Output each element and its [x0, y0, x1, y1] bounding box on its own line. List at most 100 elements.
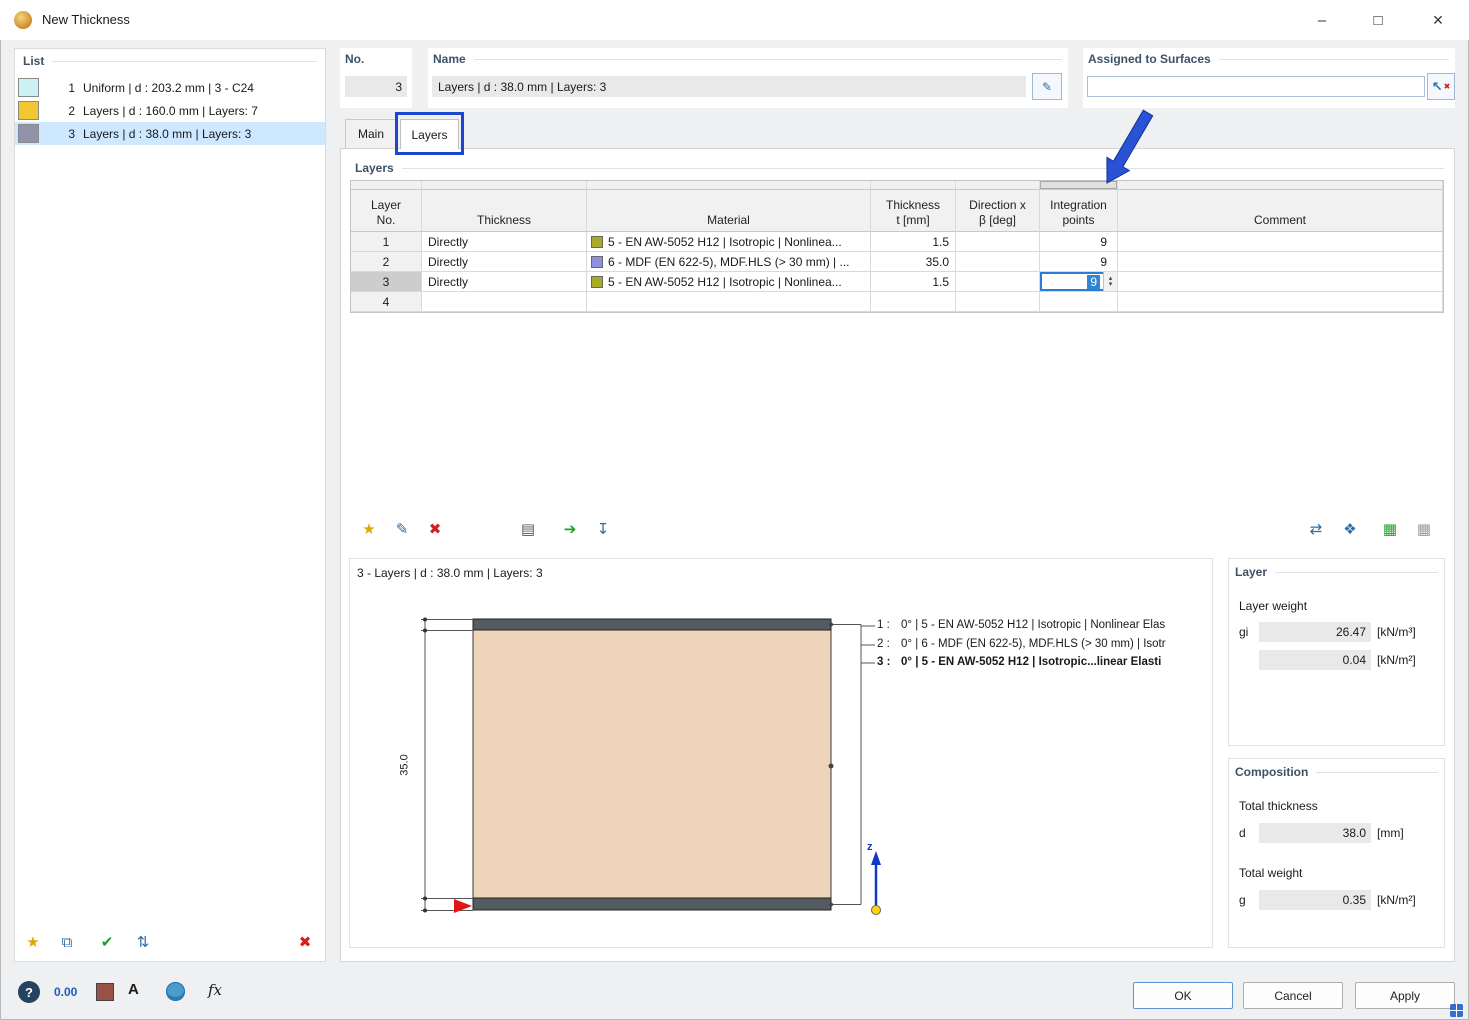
thickness-type-cell[interactable]: Directly [422, 232, 587, 252]
spinner[interactable]: ▴ ▾ [1103, 272, 1117, 291]
pick-surfaces-button[interactable]: ↖ ✖ [1427, 73, 1455, 100]
thickness-type-cell[interactable]: Directly [422, 252, 587, 272]
delete-thickness-button[interactable]: ✖ [293, 930, 317, 954]
layer-number-cell[interactable]: 1 [351, 232, 422, 252]
thickness-type-cell[interactable]: Directly [422, 272, 587, 292]
material-cell[interactable] [587, 292, 871, 312]
integration-points-cell[interactable]: 9 [1040, 232, 1118, 252]
export-table-button[interactable]: ▦ [1378, 517, 1402, 541]
direction-cell[interactable] [956, 252, 1040, 272]
tab-main[interactable]: Main [345, 119, 397, 149]
legend-item: 2 : 0° | 6 - MDF (EN 622-5), MDF.HLS (> … [877, 638, 1211, 650]
color-swatch-icon [96, 983, 114, 1001]
close-button[interactable]: × [1415, 0, 1461, 40]
legend-number: 2 : [877, 638, 890, 650]
layer-number-cell[interactable]: 3 [351, 272, 422, 292]
composite-button[interactable]: ❖ [1338, 517, 1362, 541]
gi-value-field: 26.47 [1259, 622, 1371, 642]
list-item-label: Layers | d : 38.0 mm | Layers: 3 [83, 126, 252, 141]
add-layer-button[interactable]: ★ [357, 517, 381, 541]
edit-icon: ✎ [395, 521, 409, 538]
header-line: points [1062, 213, 1095, 227]
layer-weight2-unit: [kN/m²] [1377, 653, 1416, 667]
material-cell[interactable]: 6 - MDF (EN 622-5), MDF.HLS (> 30 mm) | … [587, 252, 871, 272]
decimal-places-button[interactable]: 0.00 [54, 985, 77, 999]
integration-points-cell[interactable]: 9 [1040, 252, 1118, 272]
legend-text: 0° | 5 - EN AW-5052 H12 | Isotropic | No… [901, 619, 1166, 631]
layer-number-cell[interactable]: 2 [351, 252, 422, 272]
integration-points-edit-cell[interactable]: 9 ▴ ▾ [1040, 272, 1118, 292]
comment-cell[interactable] [1118, 292, 1443, 312]
layer-number-cell[interactable]: 4 [351, 292, 422, 312]
thickness-value-cell[interactable]: 1.5 [871, 232, 956, 252]
integration-points-cell[interactable] [1040, 292, 1118, 312]
header-line: t [mm] [896, 213, 930, 227]
thickness-type-cell[interactable] [422, 292, 587, 312]
formula-button[interactable]: fx [208, 981, 222, 999]
font-button[interactable]: A [128, 981, 139, 998]
save-layers-button[interactable]: ↧ [591, 517, 615, 541]
material-color-swatch [591, 255, 603, 268]
thickness-value-cell[interactable]: 1.5 [871, 272, 956, 292]
globe-button[interactable] [166, 982, 185, 1001]
transfer-button[interactable]: ⇄ [1304, 517, 1328, 541]
apply-label: Apply [1389, 988, 1421, 1003]
library-icon: ▤ [520, 521, 536, 538]
fx-icon: fx [208, 981, 223, 999]
ok-button[interactable]: OK [1133, 982, 1233, 1009]
table-row: 2 Directly 6 - MDF (EN 622-5), MDF.HLS (… [351, 252, 1443, 272]
minimize-button[interactable]: – [1299, 0, 1345, 40]
spinner-down-icon[interactable]: ▾ [1109, 281, 1113, 288]
new-thickness-button[interactable]: ★ [21, 930, 45, 954]
header-thickness-t: Thickness t [mm] [871, 190, 956, 232]
delete-layer-button[interactable]: ✖ [423, 517, 447, 541]
material-cell[interactable]: 5 - EN AW-5052 H12 | Isotropic | Nonline… [587, 232, 871, 252]
cancel-label: Cancel [1274, 988, 1312, 1003]
cancel-button[interactable]: Cancel [1243, 982, 1343, 1009]
strip-cell [422, 181, 587, 190]
copy-thickness-button[interactable]: ⧉ [55, 930, 79, 954]
check-thicknesses-button[interactable]: ✔ [95, 930, 119, 954]
thickness-value-cell[interactable]: 35.0 [871, 252, 956, 272]
color-button[interactable] [96, 983, 114, 1001]
integration-points-input[interactable]: 9 [1087, 274, 1100, 289]
minimize-icon: – [1317, 11, 1327, 29]
no-section: No. 3 [340, 48, 412, 108]
comment-cell[interactable] [1118, 252, 1443, 272]
comment-cell[interactable] [1118, 232, 1443, 252]
material-library-button[interactable]: ▤ [516, 517, 540, 541]
assigned-surfaces-field[interactable] [1087, 76, 1425, 97]
export-table-icon: ▦ [1382, 521, 1398, 538]
windows-logo-icon [1450, 1004, 1463, 1017]
list-item-selected[interactable]: 3 Layers | d : 38.0 mm | Layers: 3 [15, 122, 325, 145]
direction-cell[interactable] [956, 272, 1040, 292]
direction-cell[interactable] [956, 232, 1040, 252]
annotation-highlight-box [395, 112, 464, 155]
check-icon: ✔ [100, 934, 114, 951]
edit-name-button[interactable]: ✎ [1032, 73, 1062, 100]
apply-button[interactable]: Apply [1355, 982, 1455, 1009]
help-button[interactable]: ? [16, 979, 42, 1005]
list-item[interactable]: 1 Uniform | d : 203.2 mm | 3 - C24 [15, 76, 325, 99]
maximize-button[interactable]: □ [1355, 0, 1401, 40]
edit-layer-button[interactable]: ✎ [390, 517, 414, 541]
list-item[interactable]: 2 Layers | d : 160.0 mm | Layers: 7 [15, 99, 325, 122]
header-thickness: Thickness [422, 190, 587, 232]
assigned-label: Assigned to Surfaces [1088, 52, 1449, 66]
delete-icon: ✖ [428, 521, 442, 538]
direction-cell[interactable] [956, 292, 1040, 312]
name-field[interactable]: Layers | d : 38.0 mm | Layers: 3 [432, 76, 1026, 97]
layers-table: Layer No. Thickness Material Thickness t [… [350, 180, 1444, 313]
origin-dot [871, 905, 881, 915]
renumber-button[interactable]: ⇅ [131, 930, 155, 954]
thickness-value-cell[interactable] [871, 292, 956, 312]
import-layers-button[interactable]: ➔ [558, 517, 582, 541]
material-cell[interactable]: 5 - EN AW-5052 H12 | Isotropic | Nonline… [587, 272, 871, 292]
import-table-button[interactable]: ▦ [1412, 517, 1436, 541]
strip-cell [351, 181, 422, 190]
assigned-label-text: Assigned to Surfaces [1088, 52, 1211, 66]
total-thickness-field: 38.0 [1259, 823, 1371, 843]
comment-cell[interactable] [1118, 272, 1443, 292]
composition-title-text: Composition [1235, 765, 1309, 779]
no-field[interactable]: 3 [345, 76, 407, 97]
